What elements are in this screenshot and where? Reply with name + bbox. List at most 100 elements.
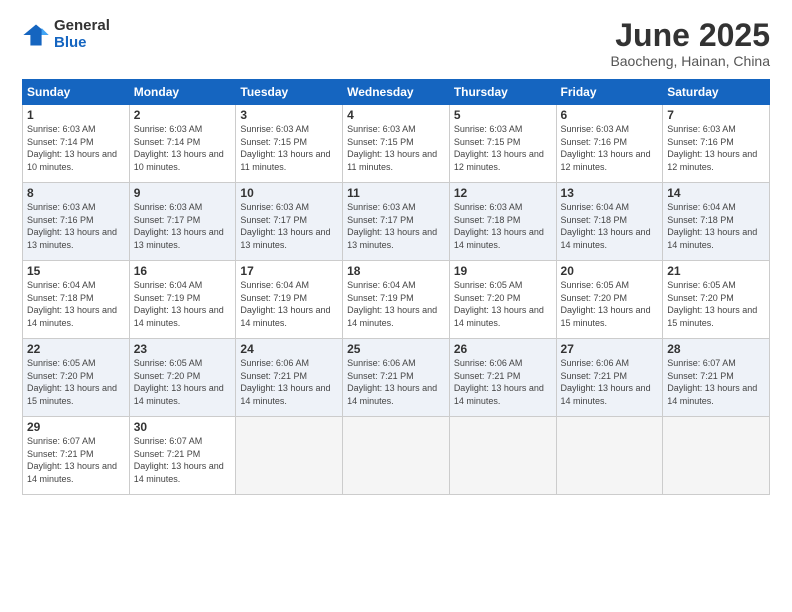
location: Baocheng, Hainan, China xyxy=(610,53,770,69)
day-info: Sunrise: 6:03 AMSunset: 7:16 PMDaylight:… xyxy=(561,123,659,173)
day-info: Sunrise: 6:03 AMSunset: 7:18 PMDaylight:… xyxy=(454,201,552,251)
day-info: Sunrise: 6:04 AMSunset: 7:19 PMDaylight:… xyxy=(347,279,445,329)
day-number: 8 xyxy=(27,186,125,200)
calendar-cell-day: 3Sunrise: 6:03 AMSunset: 7:15 PMDaylight… xyxy=(236,105,343,183)
calendar-cell-day: 15Sunrise: 6:04 AMSunset: 7:18 PMDayligh… xyxy=(23,261,130,339)
calendar-cell-day: 1Sunrise: 6:03 AMSunset: 7:14 PMDaylight… xyxy=(23,105,130,183)
day-info: Sunrise: 6:06 AMSunset: 7:21 PMDaylight:… xyxy=(454,357,552,407)
calendar-cell-day: 30Sunrise: 6:07 AMSunset: 7:21 PMDayligh… xyxy=(129,417,236,495)
day-info: Sunrise: 6:07 AMSunset: 7:21 PMDaylight:… xyxy=(667,357,765,407)
logo-general: General xyxy=(54,18,110,35)
day-number: 21 xyxy=(667,264,765,278)
calendar-cell-day: 8Sunrise: 6:03 AMSunset: 7:16 PMDaylight… xyxy=(23,183,130,261)
calendar-header-wednesday: Wednesday xyxy=(343,80,450,105)
day-info: Sunrise: 6:03 AMSunset: 7:15 PMDaylight:… xyxy=(454,123,552,173)
calendar-cell-day: 17Sunrise: 6:04 AMSunset: 7:19 PMDayligh… xyxy=(236,261,343,339)
calendar-cell-day: 11Sunrise: 6:03 AMSunset: 7:17 PMDayligh… xyxy=(343,183,450,261)
calendar-cell-day: 2Sunrise: 6:03 AMSunset: 7:14 PMDaylight… xyxy=(129,105,236,183)
calendar-cell-day: 26Sunrise: 6:06 AMSunset: 7:21 PMDayligh… xyxy=(449,339,556,417)
day-info: Sunrise: 6:05 AMSunset: 7:20 PMDaylight:… xyxy=(561,279,659,329)
day-number: 11 xyxy=(347,186,445,200)
day-info: Sunrise: 6:04 AMSunset: 7:19 PMDaylight:… xyxy=(134,279,232,329)
day-number: 29 xyxy=(27,420,125,434)
calendar-cell-day: 12Sunrise: 6:03 AMSunset: 7:18 PMDayligh… xyxy=(449,183,556,261)
calendar-cell-day: 29Sunrise: 6:07 AMSunset: 7:21 PMDayligh… xyxy=(23,417,130,495)
day-number: 4 xyxy=(347,108,445,122)
day-number: 13 xyxy=(561,186,659,200)
calendar: SundayMondayTuesdayWednesdayThursdayFrid… xyxy=(22,79,770,495)
day-info: Sunrise: 6:03 AMSunset: 7:15 PMDaylight:… xyxy=(347,123,445,173)
calendar-cell-day: 19Sunrise: 6:05 AMSunset: 7:20 PMDayligh… xyxy=(449,261,556,339)
day-number: 17 xyxy=(240,264,338,278)
calendar-cell-empty xyxy=(343,417,450,495)
calendar-cell-day: 22Sunrise: 6:05 AMSunset: 7:20 PMDayligh… xyxy=(23,339,130,417)
calendar-cell-empty xyxy=(236,417,343,495)
calendar-cell-day: 27Sunrise: 6:06 AMSunset: 7:21 PMDayligh… xyxy=(556,339,663,417)
day-number: 23 xyxy=(134,342,232,356)
day-number: 22 xyxy=(27,342,125,356)
day-info: Sunrise: 6:03 AMSunset: 7:16 PMDaylight:… xyxy=(667,123,765,173)
day-info: Sunrise: 6:05 AMSunset: 7:20 PMDaylight:… xyxy=(27,357,125,407)
day-number: 15 xyxy=(27,264,125,278)
page: General Blue June 2025 Baocheng, Hainan,… xyxy=(0,0,792,612)
calendar-cell-day: 21Sunrise: 6:05 AMSunset: 7:20 PMDayligh… xyxy=(663,261,770,339)
calendar-header-saturday: Saturday xyxy=(663,80,770,105)
day-info: Sunrise: 6:03 AMSunset: 7:17 PMDaylight:… xyxy=(240,201,338,251)
calendar-cell-day: 10Sunrise: 6:03 AMSunset: 7:17 PMDayligh… xyxy=(236,183,343,261)
day-info: Sunrise: 6:03 AMSunset: 7:15 PMDaylight:… xyxy=(240,123,338,173)
day-number: 7 xyxy=(667,108,765,122)
day-info: Sunrise: 6:05 AMSunset: 7:20 PMDaylight:… xyxy=(134,357,232,407)
day-info: Sunrise: 6:05 AMSunset: 7:20 PMDaylight:… xyxy=(667,279,765,329)
month-title: June 2025 xyxy=(610,18,770,53)
calendar-week-row: 8Sunrise: 6:03 AMSunset: 7:16 PMDaylight… xyxy=(23,183,770,261)
calendar-cell-day: 20Sunrise: 6:05 AMSunset: 7:20 PMDayligh… xyxy=(556,261,663,339)
day-info: Sunrise: 6:06 AMSunset: 7:21 PMDaylight:… xyxy=(347,357,445,407)
day-number: 12 xyxy=(454,186,552,200)
calendar-week-row: 15Sunrise: 6:04 AMSunset: 7:18 PMDayligh… xyxy=(23,261,770,339)
day-info: Sunrise: 6:04 AMSunset: 7:18 PMDaylight:… xyxy=(667,201,765,251)
day-number: 16 xyxy=(134,264,232,278)
calendar-cell-day: 25Sunrise: 6:06 AMSunset: 7:21 PMDayligh… xyxy=(343,339,450,417)
calendar-cell-day: 9Sunrise: 6:03 AMSunset: 7:17 PMDaylight… xyxy=(129,183,236,261)
day-number: 30 xyxy=(134,420,232,434)
day-number: 6 xyxy=(561,108,659,122)
day-number: 28 xyxy=(667,342,765,356)
calendar-cell-day: 6Sunrise: 6:03 AMSunset: 7:16 PMDaylight… xyxy=(556,105,663,183)
day-info: Sunrise: 6:04 AMSunset: 7:18 PMDaylight:… xyxy=(27,279,125,329)
day-info: Sunrise: 6:05 AMSunset: 7:20 PMDaylight:… xyxy=(454,279,552,329)
day-number: 27 xyxy=(561,342,659,356)
logo-blue: Blue xyxy=(54,35,110,52)
calendar-header-friday: Friday xyxy=(556,80,663,105)
day-number: 19 xyxy=(454,264,552,278)
day-info: Sunrise: 6:03 AMSunset: 7:14 PMDaylight:… xyxy=(134,123,232,173)
calendar-cell-empty xyxy=(449,417,556,495)
calendar-cell-empty xyxy=(663,417,770,495)
calendar-week-row: 1Sunrise: 6:03 AMSunset: 7:14 PMDaylight… xyxy=(23,105,770,183)
calendar-cell-day: 13Sunrise: 6:04 AMSunset: 7:18 PMDayligh… xyxy=(556,183,663,261)
day-info: Sunrise: 6:04 AMSunset: 7:19 PMDaylight:… xyxy=(240,279,338,329)
calendar-cell-day: 4Sunrise: 6:03 AMSunset: 7:15 PMDaylight… xyxy=(343,105,450,183)
title-block: June 2025 Baocheng, Hainan, China xyxy=(610,18,770,69)
header: General Blue June 2025 Baocheng, Hainan,… xyxy=(22,18,770,69)
day-info: Sunrise: 6:06 AMSunset: 7:21 PMDaylight:… xyxy=(240,357,338,407)
day-number: 2 xyxy=(134,108,232,122)
day-number: 9 xyxy=(134,186,232,200)
calendar-header-thursday: Thursday xyxy=(449,80,556,105)
day-number: 5 xyxy=(454,108,552,122)
day-number: 10 xyxy=(240,186,338,200)
calendar-cell-day: 5Sunrise: 6:03 AMSunset: 7:15 PMDaylight… xyxy=(449,105,556,183)
calendar-cell-empty xyxy=(556,417,663,495)
calendar-header-row: SundayMondayTuesdayWednesdayThursdayFrid… xyxy=(23,80,770,105)
calendar-week-row: 22Sunrise: 6:05 AMSunset: 7:20 PMDayligh… xyxy=(23,339,770,417)
day-number: 1 xyxy=(27,108,125,122)
day-number: 14 xyxy=(667,186,765,200)
logo-icon xyxy=(22,21,50,49)
calendar-week-row: 29Sunrise: 6:07 AMSunset: 7:21 PMDayligh… xyxy=(23,417,770,495)
calendar-cell-day: 16Sunrise: 6:04 AMSunset: 7:19 PMDayligh… xyxy=(129,261,236,339)
day-info: Sunrise: 6:03 AMSunset: 7:14 PMDaylight:… xyxy=(27,123,125,173)
day-info: Sunrise: 6:04 AMSunset: 7:18 PMDaylight:… xyxy=(561,201,659,251)
day-number: 25 xyxy=(347,342,445,356)
day-number: 20 xyxy=(561,264,659,278)
day-info: Sunrise: 6:03 AMSunset: 7:16 PMDaylight:… xyxy=(27,201,125,251)
day-info: Sunrise: 6:07 AMSunset: 7:21 PMDaylight:… xyxy=(27,435,125,485)
